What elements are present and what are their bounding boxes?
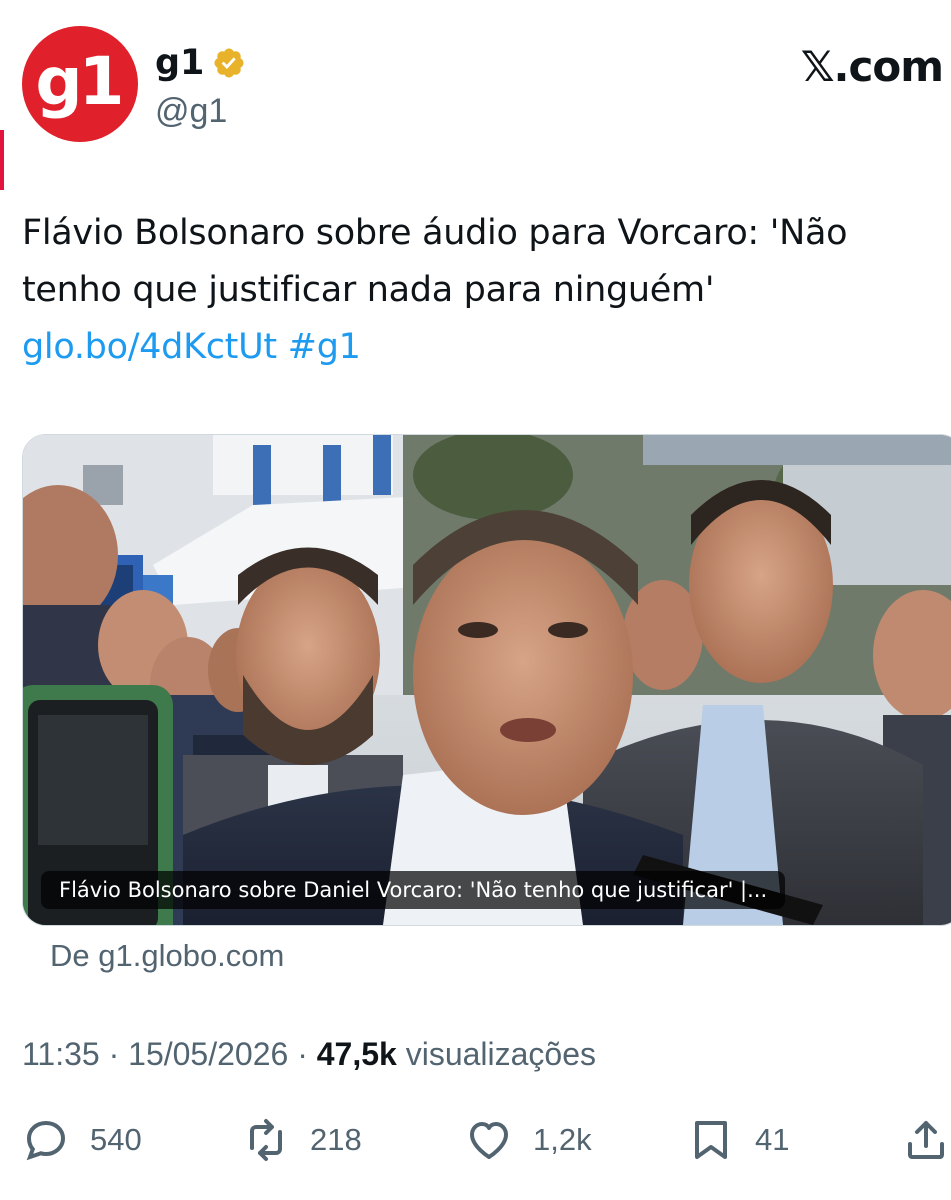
card-source[interactable]: De g1.globo.com	[50, 938, 284, 974]
edge-accent-bar	[0, 130, 4, 190]
meta-separator: ·	[288, 1036, 317, 1072]
share-icon	[908, 1121, 944, 1159]
bookmark-icon	[695, 1121, 727, 1159]
tweet-link[interactable]: glo.bo/4dKctUt	[22, 327, 277, 367]
reply-icon	[26, 1120, 66, 1161]
share-button[interactable]	[902, 1112, 950, 1168]
news-photo	[23, 435, 951, 925]
avatar-logo-text: g1	[35, 42, 124, 120]
repost-count: 218	[310, 1122, 362, 1157]
link-preview-card[interactable]: Flávio Bolsonaro sobre Daniel Vorcaro: '…	[22, 434, 951, 926]
verified-badge-icon	[214, 48, 244, 78]
display-name[interactable]: g1	[155, 43, 204, 83]
tweet-date[interactable]: 15/05/2026	[128, 1036, 288, 1072]
bookmark-count: 41	[755, 1122, 790, 1157]
card-caption: Flávio Bolsonaro sobre Daniel Vorcaro: '…	[41, 871, 786, 909]
tweet-body: Flávio Bolsonaro sobre áudio para Vorcar…	[22, 213, 848, 310]
repost-button[interactable]: 218	[242, 1112, 362, 1168]
tweet-header: g1 g1 @g1 𝕏.com	[22, 26, 944, 146]
x-brand-logo: 𝕏.com	[800, 42, 944, 91]
meta-separator: ·	[99, 1036, 129, 1072]
tweet-hashtag[interactable]: #g1	[288, 327, 361, 367]
views-count: 47,5k	[316, 1036, 397, 1072]
tweet-text: Flávio Bolsonaro sobre áudio para Vorcar…	[22, 205, 947, 376]
reply-button[interactable]: 540	[22, 1112, 142, 1168]
tweet-time[interactable]: 11:35	[22, 1036, 100, 1072]
action-bar: 540 218 1,2k 41	[22, 1112, 947, 1168]
tweet-meta: 11:35 · 15/05/2026 · 47,5k visualizações	[22, 1036, 596, 1073]
views-label: visualizações	[396, 1036, 597, 1072]
display-name-row: g1	[155, 40, 246, 86]
user-handle[interactable]: @g1	[155, 92, 246, 131]
author-info[interactable]: g1 @g1	[155, 40, 246, 131]
reply-count: 540	[90, 1122, 142, 1157]
repost-icon	[250, 1119, 282, 1161]
like-button[interactable]: 1,2k	[465, 1112, 592, 1168]
avatar[interactable]: g1	[22, 26, 138, 142]
bookmark-button[interactable]: 41	[687, 1112, 789, 1168]
heart-icon	[470, 1122, 508, 1159]
like-count: 1,2k	[533, 1122, 592, 1157]
